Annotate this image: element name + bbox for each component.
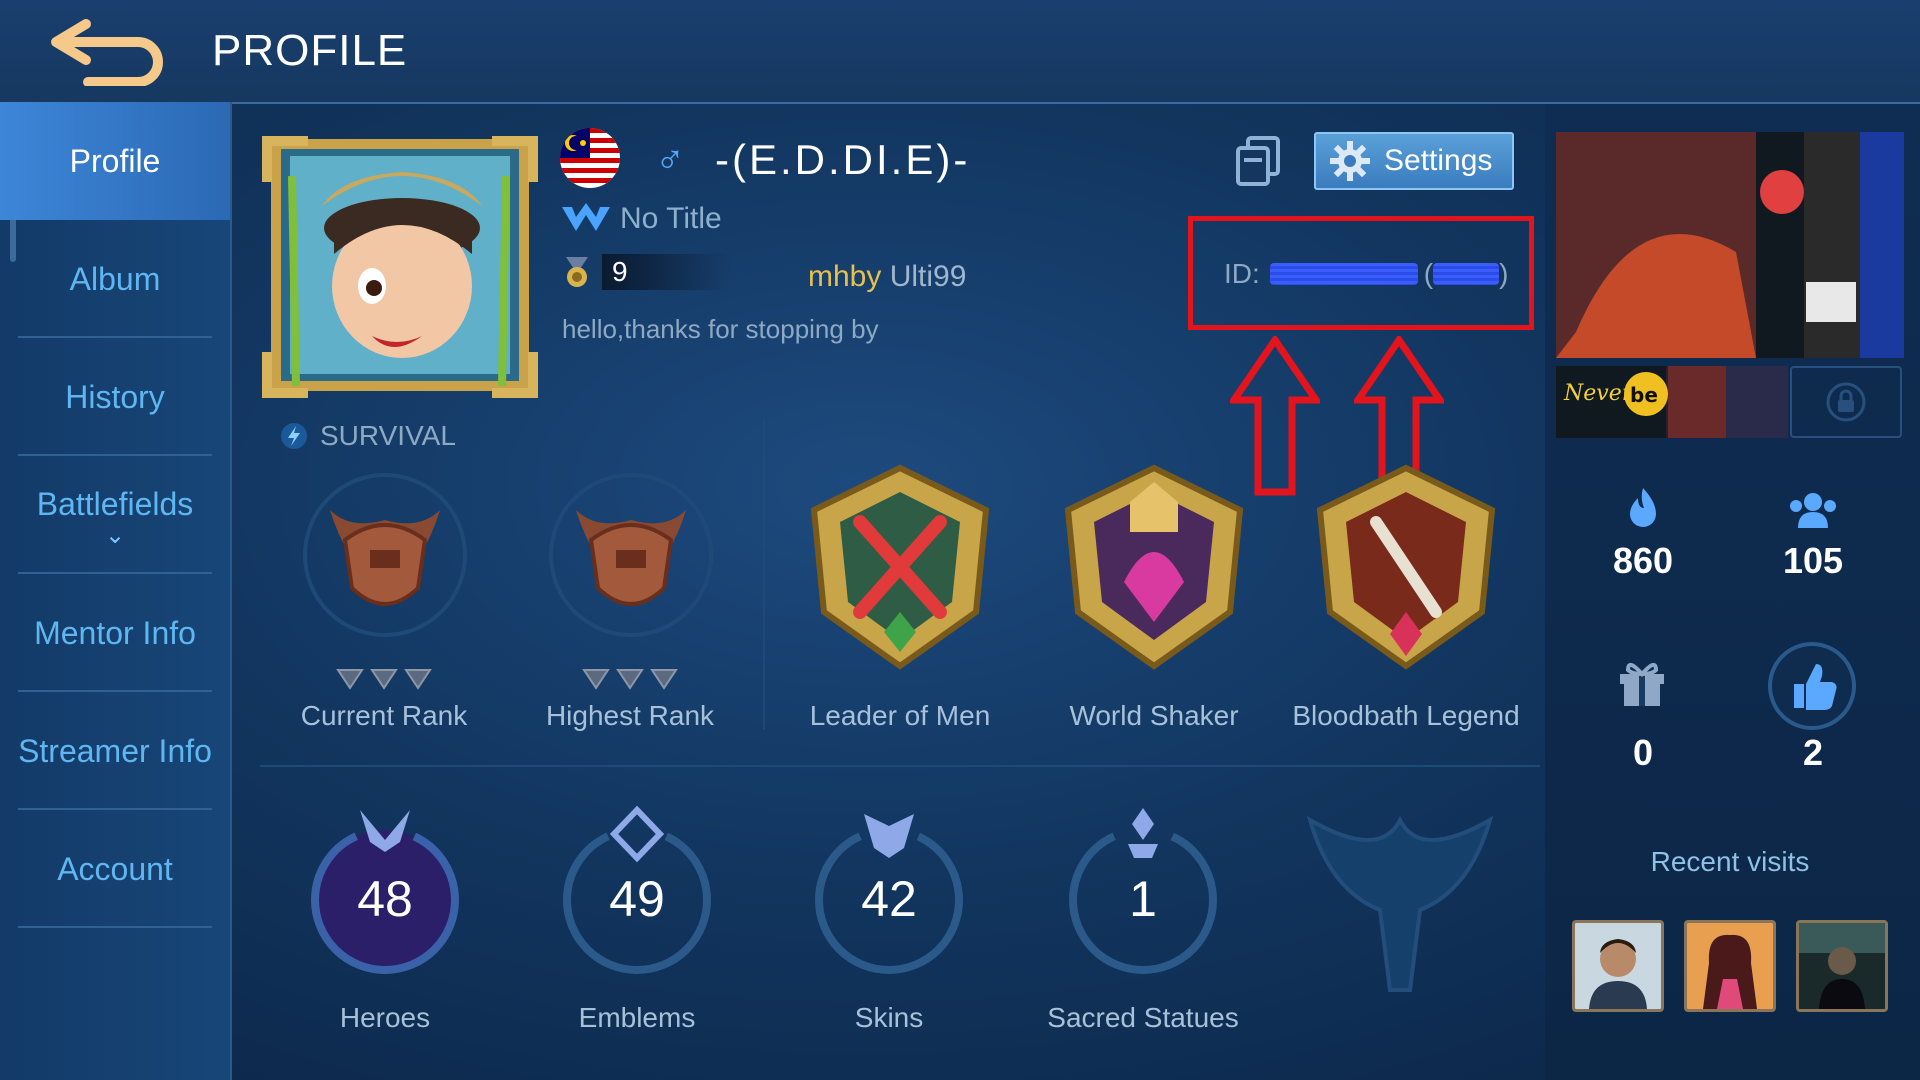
copy-icon[interactable] xyxy=(1236,136,1282,186)
recent-visitor-avatar[interactable] xyxy=(1796,920,1888,1012)
squad-tag: mhby xyxy=(808,260,882,293)
likes-count: 2 xyxy=(1802,732,1824,773)
stat-label: Sacred Statues xyxy=(1047,1002,1239,1033)
badge-label: Current Rank xyxy=(300,700,468,731)
svg-text:be: be xyxy=(1630,383,1658,407)
badge-label: Highest Rank xyxy=(545,700,715,731)
sidebar-item-profile[interactable]: Profile xyxy=(0,102,230,220)
sidebar-item-label: Profile xyxy=(69,142,161,179)
stat-value: 49 xyxy=(609,871,665,927)
current-rank-icon[interactable] xyxy=(300,470,470,640)
player-level: 9 xyxy=(602,254,732,290)
recent-visitor-avatar[interactable] xyxy=(1572,920,1664,1012)
paren-open: ( xyxy=(1423,258,1434,289)
player-title: No Title xyxy=(620,202,722,235)
page-title: PROFILE xyxy=(212,26,408,75)
level-row: 9 xyxy=(560,254,732,290)
player-bio: hello,thanks for stopping by xyxy=(562,314,879,344)
highest-rank-icon[interactable] xyxy=(546,470,716,640)
svg-text:Never: Never xyxy=(1563,381,1634,406)
sidebar: Profile Album History Battlefields ⌄ Men… xyxy=(0,102,232,1080)
rank-stars-icon xyxy=(336,669,432,690)
sidebar-item-streamer-info[interactable]: Streamer Info xyxy=(0,692,230,810)
stat-value: 48 xyxy=(357,871,413,927)
lock-icon xyxy=(1826,382,1866,422)
stat-label: Emblems xyxy=(578,1002,696,1033)
sidebar-item-label: History xyxy=(65,378,165,415)
album-thumbnail-image[interactable]: Never be xyxy=(1556,366,1788,438)
id-label: ID: xyxy=(1224,258,1260,289)
sidebar-item-history[interactable]: History xyxy=(0,338,230,456)
locked-statue-silhouette-icon xyxy=(1306,815,1494,992)
leader-of-men-medal-icon[interactable] xyxy=(800,462,1000,672)
player-name: -(E.D.DI.E)- xyxy=(715,136,971,183)
lightning-icon xyxy=(281,423,307,449)
sidebar-item-mentor-info[interactable]: Mentor Info xyxy=(0,574,230,692)
back-arrow-icon[interactable] xyxy=(48,14,168,87)
sidebar-item-label: Account xyxy=(57,850,173,887)
sidebar-item-account[interactable]: Account xyxy=(0,810,230,928)
stat-label: Skins xyxy=(854,1002,924,1033)
game-mode-label: SURVIVAL xyxy=(320,420,456,451)
squad-name: Ulti99 xyxy=(889,260,967,293)
rank-stars-icon xyxy=(582,669,678,690)
male-gender-icon: ♂ xyxy=(655,138,685,182)
sidebar-item-label: Streamer Info xyxy=(18,732,212,769)
thumbs-up-icon[interactable] xyxy=(1766,640,1858,732)
settings-label: Settings xyxy=(1384,144,1493,177)
settings-button[interactable]: Settings xyxy=(1314,132,1514,190)
game-mode: SURVIVAL xyxy=(280,420,456,452)
followers-count: 105 xyxy=(1782,540,1844,581)
gear-icon xyxy=(1330,141,1370,181)
divider xyxy=(18,926,212,928)
bloodbath-legend-medal-icon[interactable] xyxy=(1306,462,1506,672)
world-shaker-medal-icon[interactable] xyxy=(1054,462,1254,672)
sidebar-item-label: Album xyxy=(69,260,161,297)
paren-close: ) xyxy=(1499,258,1509,289)
sidebar-item-label: Battlefields xyxy=(36,485,194,522)
popularity-count: 860 xyxy=(1612,540,1674,581)
badge-label: World Shaker xyxy=(1069,700,1239,731)
sidebar-item-battlefields[interactable]: Battlefields ⌄ xyxy=(0,456,230,574)
redacted-id xyxy=(1269,263,1418,285)
chevron-down-icon: ⌄ xyxy=(104,521,126,549)
title-row: No Title xyxy=(560,202,722,236)
badge-label: Bloodbath Legend xyxy=(1292,700,1520,731)
sidebar-item-album[interactable]: Album xyxy=(0,220,230,338)
recent-visitor-avatar[interactable] xyxy=(1684,920,1776,1012)
gift-icon[interactable] xyxy=(1614,654,1670,710)
recent-visits-label: Recent visits xyxy=(1650,846,1810,877)
squad-info[interactable]: mhby Ulti99 xyxy=(808,260,966,294)
divider xyxy=(763,420,765,730)
followers-icon[interactable] xyxy=(1786,490,1840,530)
sidebar-item-label: Mentor Info xyxy=(34,614,196,651)
title-icon xyxy=(562,203,610,231)
level-medal-icon xyxy=(566,257,588,287)
country-flag-icon xyxy=(560,128,620,188)
stat-value: 1 xyxy=(1129,871,1157,927)
flame-icon xyxy=(1630,488,1656,527)
gifts-count: 0 xyxy=(1632,732,1654,773)
player-id[interactable]: ID: ( ) xyxy=(1224,258,1508,290)
stat-label: Heroes xyxy=(339,1002,431,1033)
divider xyxy=(260,765,1540,767)
album-cover-image[interactable] xyxy=(1556,132,1904,358)
locked-slot[interactable] xyxy=(1790,366,1902,438)
redacted-server-id xyxy=(1433,263,1500,285)
stat-value: 42 xyxy=(861,871,917,927)
badge-label: Leader of Men xyxy=(809,700,991,731)
avatar[interactable] xyxy=(262,136,538,398)
